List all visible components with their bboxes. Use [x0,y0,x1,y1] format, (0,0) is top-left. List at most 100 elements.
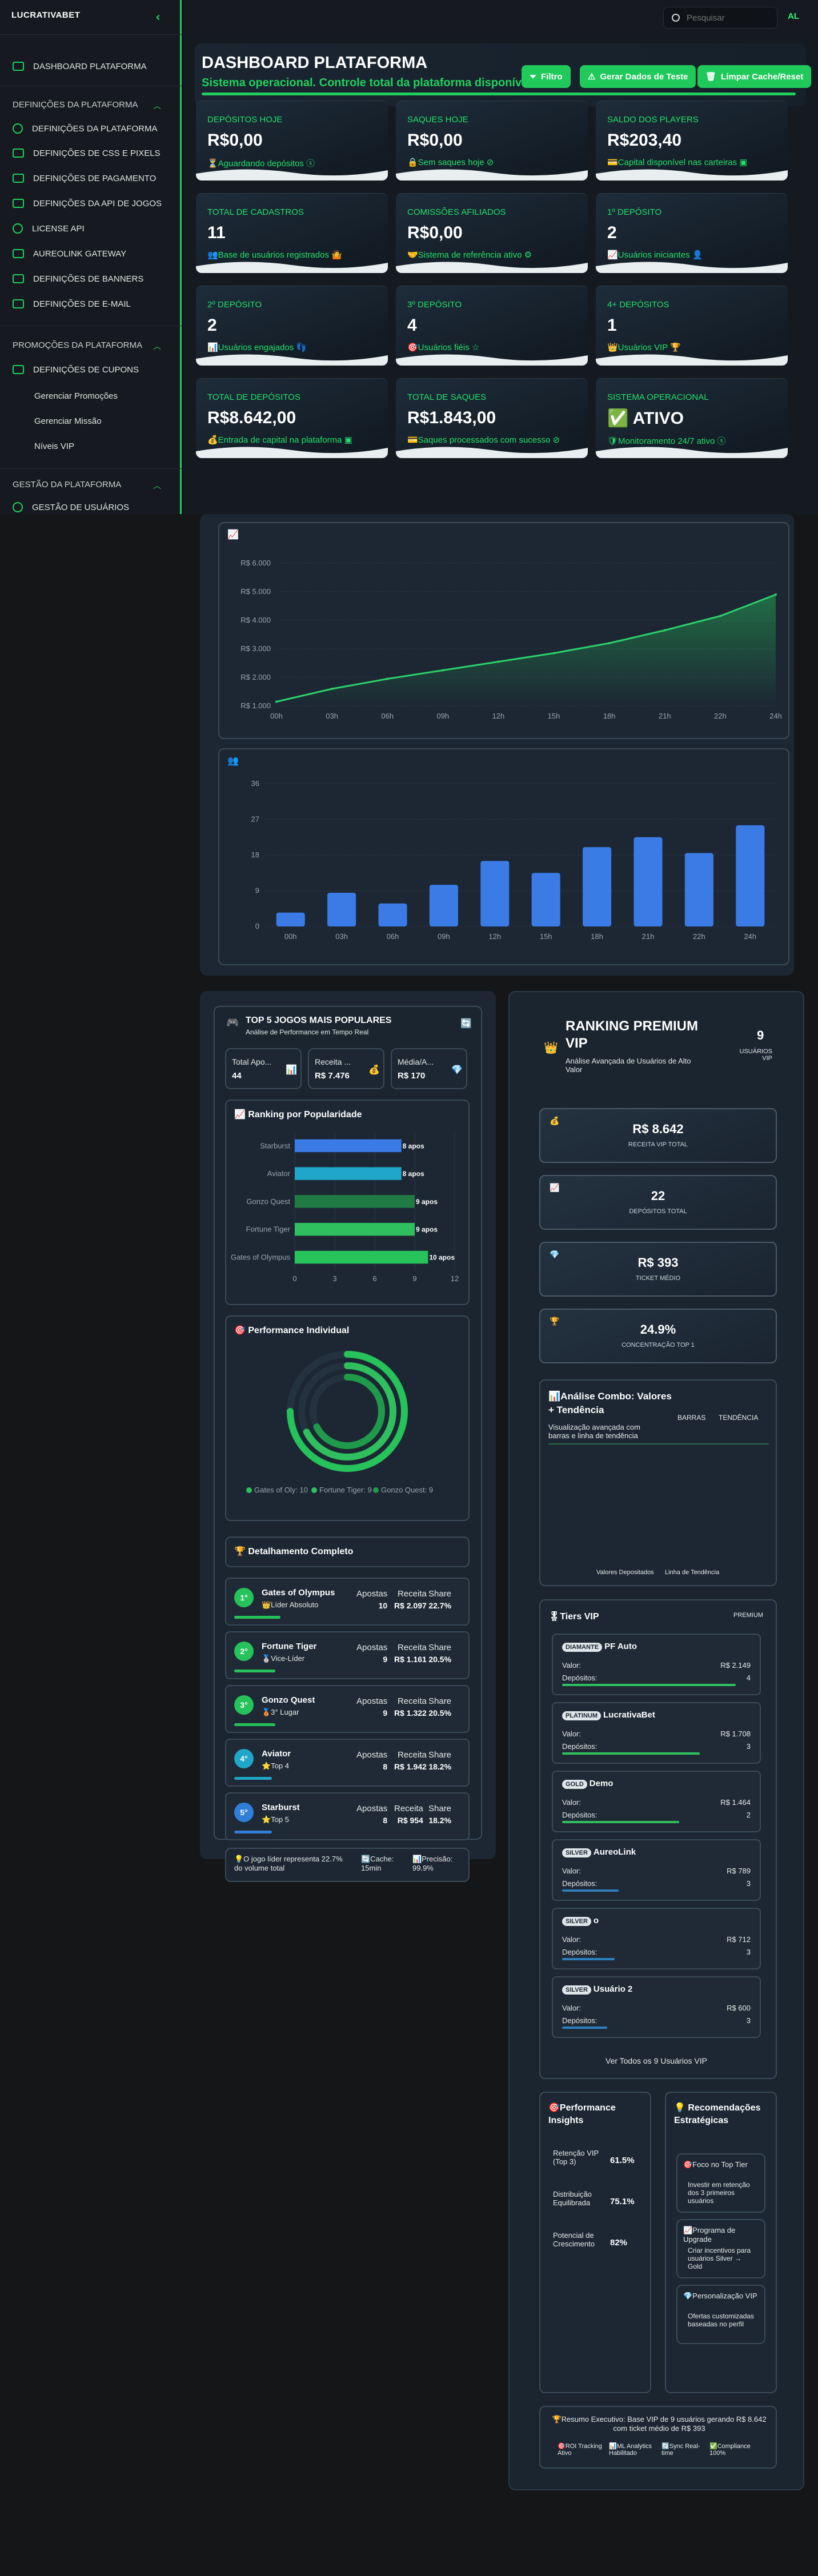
popularity-bar[interactable] [295,1167,402,1180]
data-point[interactable] [442,669,444,672]
popularity-bar[interactable] [295,1139,402,1153]
vip-tier-card[interactable]: GOLD Demo Valor: R$ 1.464 Depósitos: 2 [552,1771,761,1832]
vip-tier-card[interactable]: SILVER AureoLink Valor: R$ 789 Depósitos: 3 [552,1839,761,1901]
sidebar-item-dashboard[interactable]: DASHBOARD PLATAFORMA [13,58,147,75]
x-tick-label: 06h [381,712,394,720]
sidebar-section-management[interactable]: GESTÃO DA PLATAFORMA [13,480,121,489]
bar[interactable] [480,861,510,926]
kpi-label: RECEITA VIP TOTAL [628,1141,688,1148]
data-point[interactable] [775,593,777,596]
recommendation-card[interactable]: 📈Programa de Upgrade Criar incentivos par… [676,2219,765,2278]
sidebar-item-promotions[interactable]: Gerenciar Promoções [34,391,118,401]
x-tick-label: 3 [332,1274,336,1283]
generate-test-data-button[interactable]: ⚠ Gerar Dados de Teste [580,65,696,88]
tier-valor: R$ 1.708 [720,1730,751,1738]
bar[interactable] [633,837,663,926]
bar[interactable] [736,825,765,926]
recommendation-card[interactable]: 🎯Foco no Top Tier Investir em retenção do… [676,2153,765,2213]
tier-deposits: 3 [746,2016,751,2025]
rank-badge: 2° [234,1642,254,1661]
refresh-icon[interactable]: 🔄 [460,1018,472,1029]
detail-col-share: Share 18.2% [428,1750,451,1771]
bar[interactable] [684,853,713,926]
sidebar-item-banners[interactable]: DEFINIÇÕES DE BANNERS [13,270,143,287]
sidebar-item-aureolink[interactable]: AUREOLINK GATEWAY [13,245,126,262]
data-point[interactable] [386,677,389,680]
sidebar-item-css-pixels[interactable]: DEFINIÇÕES DE CSS E PIXELS [13,145,161,162]
game-detail-row[interactable]: 3° Gonzo Quest 🥉3° Lugar Apostas 9 Receita R$ … [225,1685,470,1733]
sidebar-section-promotions[interactable]: PROMOÇÕES DA PLATAFORMA [13,340,142,350]
data-point[interactable] [331,688,334,690]
bar[interactable] [583,847,612,926]
popularity-bar[interactable] [295,1250,428,1264]
vip-tier-card[interactable]: DIAMANTE PF Auto Valor: R$ 2.149 Depósitos: 4 [552,1634,761,1695]
game-detail-row[interactable]: 4° Aviator ⭐Top 4 Apostas 8 Receita R$ 1.942 Sh… [225,1739,470,1787]
popularity-bar[interactable] [295,1223,415,1236]
sidebar-item-payment[interactable]: DEFINIÇÕES DE PAGAMENTO [13,170,156,187]
clear-cache-button[interactable]: 🗑 Limpar Cache/Reset [697,65,812,88]
search-box[interactable] [663,7,777,29]
data-point[interactable] [497,660,500,663]
share-bar [234,1723,275,1726]
sidebar-item-users[interactable]: GESTÃO DE USUÁRIOS [13,500,129,514]
data-point[interactable] [719,615,721,617]
generate-test-data-label: Gerar Dados de Teste [600,71,688,82]
popularity-bar-chart: 0 3 6 9 12 Starburst 8 apos Aviator 8 apos Gonzo … [231,1131,459,1283]
x-tick-label: 12h [492,712,505,720]
chevron-up-icon[interactable]: ︿ [153,340,161,352]
search-input[interactable] [687,13,767,23]
bar[interactable] [378,903,407,926]
bar[interactable] [429,885,458,926]
tab-bars[interactable]: BARRAS [677,1414,705,1422]
game-detail-row[interactable]: 1° Gates of Olympus 👑Líder Absoluto Apostas… [225,1578,470,1626]
sidebar-item-email[interactable]: DEFINIÇÕES DE E-MAIL [13,295,131,312]
chevron-up-icon[interactable]: ︿ [153,480,161,491]
avatar[interactable]: AL [788,11,799,21]
detail-col-value: R$ 1.322 [394,1708,427,1718]
detail-col-label: Share [428,1643,452,1652]
data-point[interactable] [608,642,611,644]
sidebar-item-missions[interactable]: Gerenciar Missão [34,416,102,426]
collapse-sidebar-icon[interactable]: ‹ [155,10,161,25]
brand-logo[interactable]: LUCRATIVABET [11,10,80,27]
filter-button[interactable]: ⏷ Filtro [522,65,571,88]
stat-card-value: ✅ ATIVO [607,409,684,428]
data-point[interactable] [663,629,666,632]
insight-label: Retenção VIP (Top 3) [553,2149,599,2166]
performance-box: 🎯 Performance Individual Gates of Oly: 1… [225,1315,470,1521]
bar[interactable] [531,873,560,926]
tiers-title: 🎖Tiers VIP [548,1612,599,1622]
sidebar-item-coupons[interactable]: DEFINIÇÕES DE CUPONS [13,361,139,378]
data-point[interactable] [552,652,555,655]
vip-tier-card[interactable]: SILVER o Valor: R$ 712 Depósitos: 3 [552,1908,761,1969]
bar[interactable] [276,912,305,926]
vip-tier-card[interactable]: PLATINUM LucrativaBet Valor: R$ 1.708 Depósi… [552,1702,761,1764]
chevron-up-icon[interactable]: ︿ [153,100,161,111]
view-all-vip-link[interactable]: Ver Todos os 9 Usuários VIP [606,2056,707,2065]
sidebar-item-vip-levels[interactable]: Níveis VIP [34,442,74,451]
data-point[interactable] [275,700,278,703]
game-name: Gates of Olympus [262,1588,335,1598]
sidebar-item-license-api[interactable]: LICENSE API [13,220,85,237]
legend-label: Fortune Tiger: 9 [319,1486,372,1494]
tier-deposits-label: Depósitos: [562,1674,598,1682]
recommendation-card[interactable]: 💎Personalização VIP Ofertas customizadas … [676,2285,765,2344]
game-detail-row[interactable]: 2° Fortune Tiger 🥈Vice-Líder Apostas 9 Receit… [225,1631,470,1679]
stat-card-label: 3º DEPÓSITO [407,300,462,310]
sidebar-item-games-api[interactable]: DEFINIÇÕES DA API DE JOGOS [13,195,162,212]
recommendation-text: Ofertas customizadas baseadas no perfil [688,2312,755,2328]
tab-trend[interactable]: TENDÊNCIA [719,1414,758,1422]
vip-tier-card[interactable]: SILVER Usuário 2 Valor: R$ 600 Depósitos: 3 [552,1976,761,2038]
sidebar-section-platform[interactable]: DEFINIÇÕES DA PLATAFORMA [13,100,138,110]
popularity-bar[interactable] [295,1195,415,1208]
vip-count: 9 [757,1028,764,1042]
game-tag: ⭐Top 4 [262,1762,289,1770]
game-tag: 👑Líder Absoluto [262,1600,319,1609]
bar[interactable] [327,892,356,926]
detail-col-label: Apostas [356,1750,388,1760]
sidebar-item-platform-settings[interactable]: DEFINIÇÕES DA PLATAFORMA [13,120,157,137]
stat-card-label: SAQUES HOJE [407,115,468,125]
game-detail-row[interactable]: 5° Starburst ⭐Top 5 Apostas 8 Receita R$ 954 Sh… [225,1792,470,1840]
game-name: Gonzo Quest [262,1695,315,1705]
x-tick-label: 00h [284,932,297,941]
